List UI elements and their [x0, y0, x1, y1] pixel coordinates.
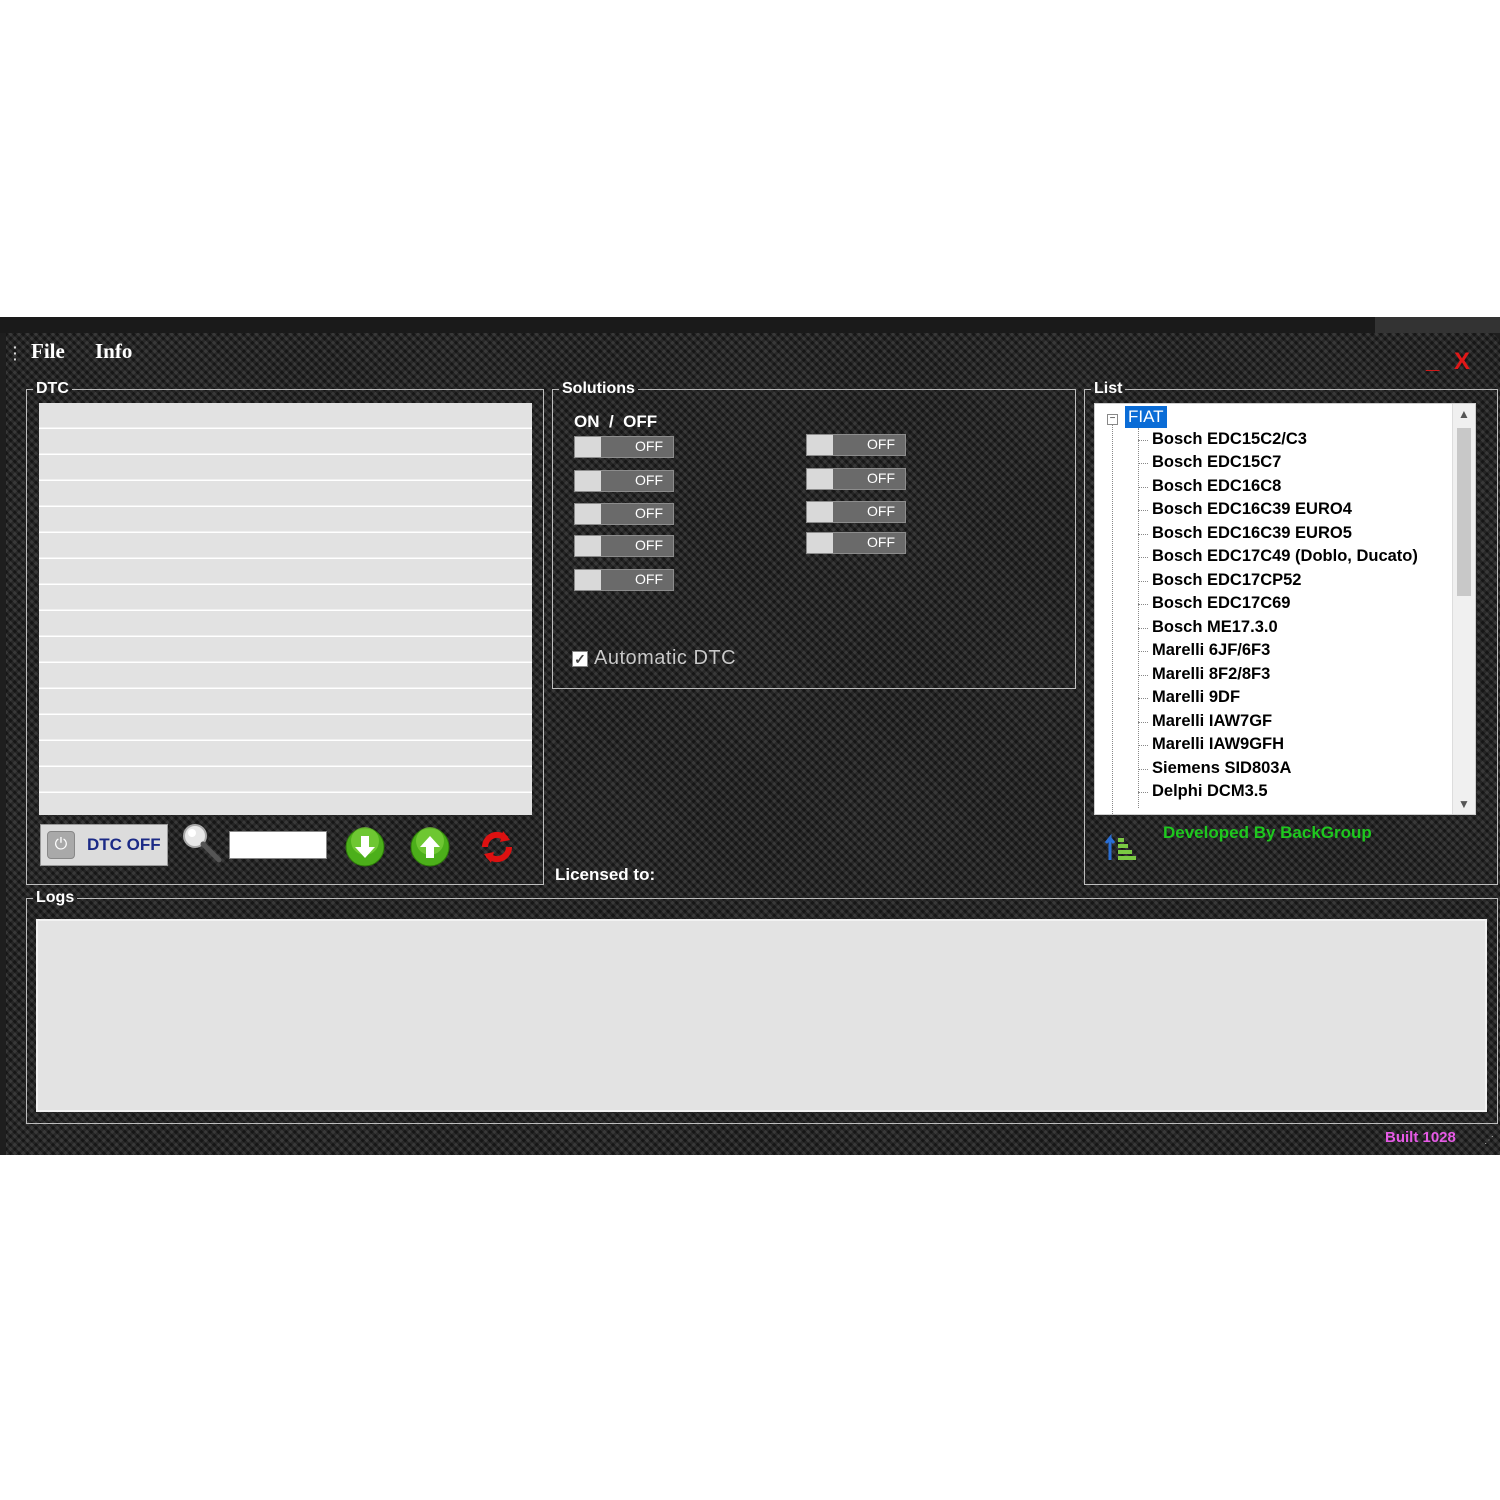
- scroll-thumb[interactable]: [1457, 428, 1471, 596]
- toggle-state: OFF: [867, 470, 895, 486]
- automatic-dtc-option[interactable]: ✓ Automatic DTC: [572, 647, 736, 670]
- sort-icon[interactable]: [1104, 832, 1140, 864]
- menu-info[interactable]: Info: [95, 339, 132, 364]
- tree-item[interactable]: Bosch EDC16C39 EURO4: [1138, 500, 1352, 519]
- menu-grip-icon: · · ·: [13, 339, 18, 367]
- automatic-dtc-checkbox[interactable]: ✓: [572, 650, 588, 667]
- close-button[interactable]: X: [1454, 348, 1470, 376]
- tree-item[interactable]: Marelli 9DF: [1137, 688, 1240, 707]
- tree-item[interactable]: Bosch EDC16C8: [1137, 477, 1281, 496]
- toggle-knob: [575, 471, 601, 491]
- ecu-tree[interactable]: − FIAT Bosch EDC15C2/C3 Bosch EDC15C7 Bo…: [1094, 403, 1476, 815]
- tree-item[interactable]: Bosch EDC15C2/C3: [1138, 430, 1307, 449]
- tree-line: [1112, 424, 1113, 814]
- dtc-list[interactable]: [39, 403, 532, 815]
- tree-item[interactable]: Bosch EDC15C7: [1137, 453, 1281, 472]
- magnifier-icon[interactable]: [181, 822, 225, 866]
- toggle-state: OFF: [867, 436, 895, 452]
- dtc-search-input[interactable]: [229, 831, 327, 859]
- resize-grip-icon[interactable]: ⋰: [1484, 1135, 1494, 1146]
- toggle-state: OFF: [867, 503, 895, 519]
- scroll-down-icon[interactable]: ▼: [1458, 797, 1470, 811]
- toggle-state: OFF: [635, 438, 663, 454]
- licensed-to-label: Licensed to:: [555, 865, 656, 884]
- tree-item[interactable]: Siemens SID803A: [1137, 759, 1291, 778]
- toggle-knob: [575, 437, 601, 457]
- tree-item[interactable]: Marelli 6JF/6F3: [1137, 641, 1270, 660]
- tree-item[interactable]: Bosch EDC16C39 EURO5: [1138, 524, 1352, 543]
- tree-item[interactable]: Marelli IAW9GFH: [1137, 735, 1284, 754]
- toggle-knob: [575, 536, 601, 556]
- toggle-knob: [807, 502, 833, 522]
- solution-toggle-4[interactable]: OFF: [574, 535, 674, 557]
- scroll-up-icon[interactable]: ▲: [1458, 407, 1470, 421]
- collapse-icon[interactable]: −: [1107, 414, 1118, 425]
- toggle-knob: [807, 469, 833, 489]
- toggle-knob: [807, 435, 833, 455]
- tree-item[interactable]: Bosch EDC17C69: [1137, 594, 1290, 613]
- solution-toggle-1[interactable]: OFF: [574, 436, 674, 458]
- tree-item[interactable]: Bosch EDC17CP52: [1137, 571, 1301, 590]
- toggle-knob: [575, 504, 601, 524]
- tree-line: [1138, 428, 1139, 808]
- toggle-knob: [807, 533, 833, 553]
- tree-item[interactable]: Bosch ME17.3.0: [1138, 618, 1278, 637]
- solution-toggle-5[interactable]: OFF: [574, 569, 674, 591]
- solution-toggle-9[interactable]: OFF: [806, 532, 906, 554]
- logs-textarea[interactable]: [36, 919, 1487, 1112]
- list-group-title: List: [1094, 380, 1123, 397]
- power-icon: ⏻: [47, 831, 75, 859]
- toggle-state: OFF: [635, 505, 663, 521]
- on-off-header: ON / OFF: [574, 412, 658, 431]
- build-label: Built 1028: [1385, 1129, 1456, 1146]
- toggle-state: OFF: [635, 537, 663, 553]
- solutions-group-title: Solutions: [562, 380, 635, 397]
- tree-node-fiat[interactable]: FIAT: [1125, 406, 1167, 428]
- tree-item[interactable]: Delphi DCM3.5: [1138, 782, 1268, 801]
- tree-item[interactable]: Bosch EDC17C49 (Doblo, Ducato): [1138, 547, 1418, 566]
- dtc-group-title: DTC: [36, 380, 69, 397]
- dtc-off-button[interactable]: ⏻ DTC OFF: [40, 824, 168, 866]
- title-strip: [0, 317, 1375, 333]
- tree-item[interactable]: Marelli IAW7GF: [1137, 712, 1272, 731]
- refresh-icon[interactable]: [477, 827, 517, 867]
- arrow-down-icon[interactable]: [345, 827, 385, 867]
- solution-toggle-8[interactable]: OFF: [806, 501, 906, 523]
- developed-by-label: Developed By BackGroup: [1163, 823, 1372, 842]
- minimize-button[interactable]: _: [1426, 347, 1439, 375]
- automatic-dtc-label: Automatic DTC: [594, 647, 737, 669]
- toggle-state: OFF: [635, 472, 663, 488]
- dtc-off-label: DTC OFF: [87, 835, 161, 854]
- toggle-knob: [575, 570, 601, 590]
- tree-scrollbar[interactable]: ▲ ▼: [1452, 404, 1475, 814]
- solution-toggle-6[interactable]: OFF: [806, 434, 906, 456]
- tree-item[interactable]: Marelli 8F2/8F3: [1137, 665, 1270, 684]
- toggle-state: OFF: [635, 571, 663, 587]
- solution-toggle-3[interactable]: OFF: [574, 503, 674, 525]
- logs-group-title: Logs: [36, 889, 75, 906]
- menu-file[interactable]: File: [31, 339, 65, 364]
- solution-toggle-2[interactable]: OFF: [574, 470, 674, 492]
- arrow-up-icon[interactable]: [410, 827, 450, 867]
- title-strip-right: [1375, 317, 1500, 333]
- app-window: · · · File Info _ X DTC ⏻ DTC OFF Solution…: [0, 317, 1500, 1155]
- solution-toggle-7[interactable]: OFF: [806, 468, 906, 490]
- toggle-state: OFF: [867, 534, 895, 550]
